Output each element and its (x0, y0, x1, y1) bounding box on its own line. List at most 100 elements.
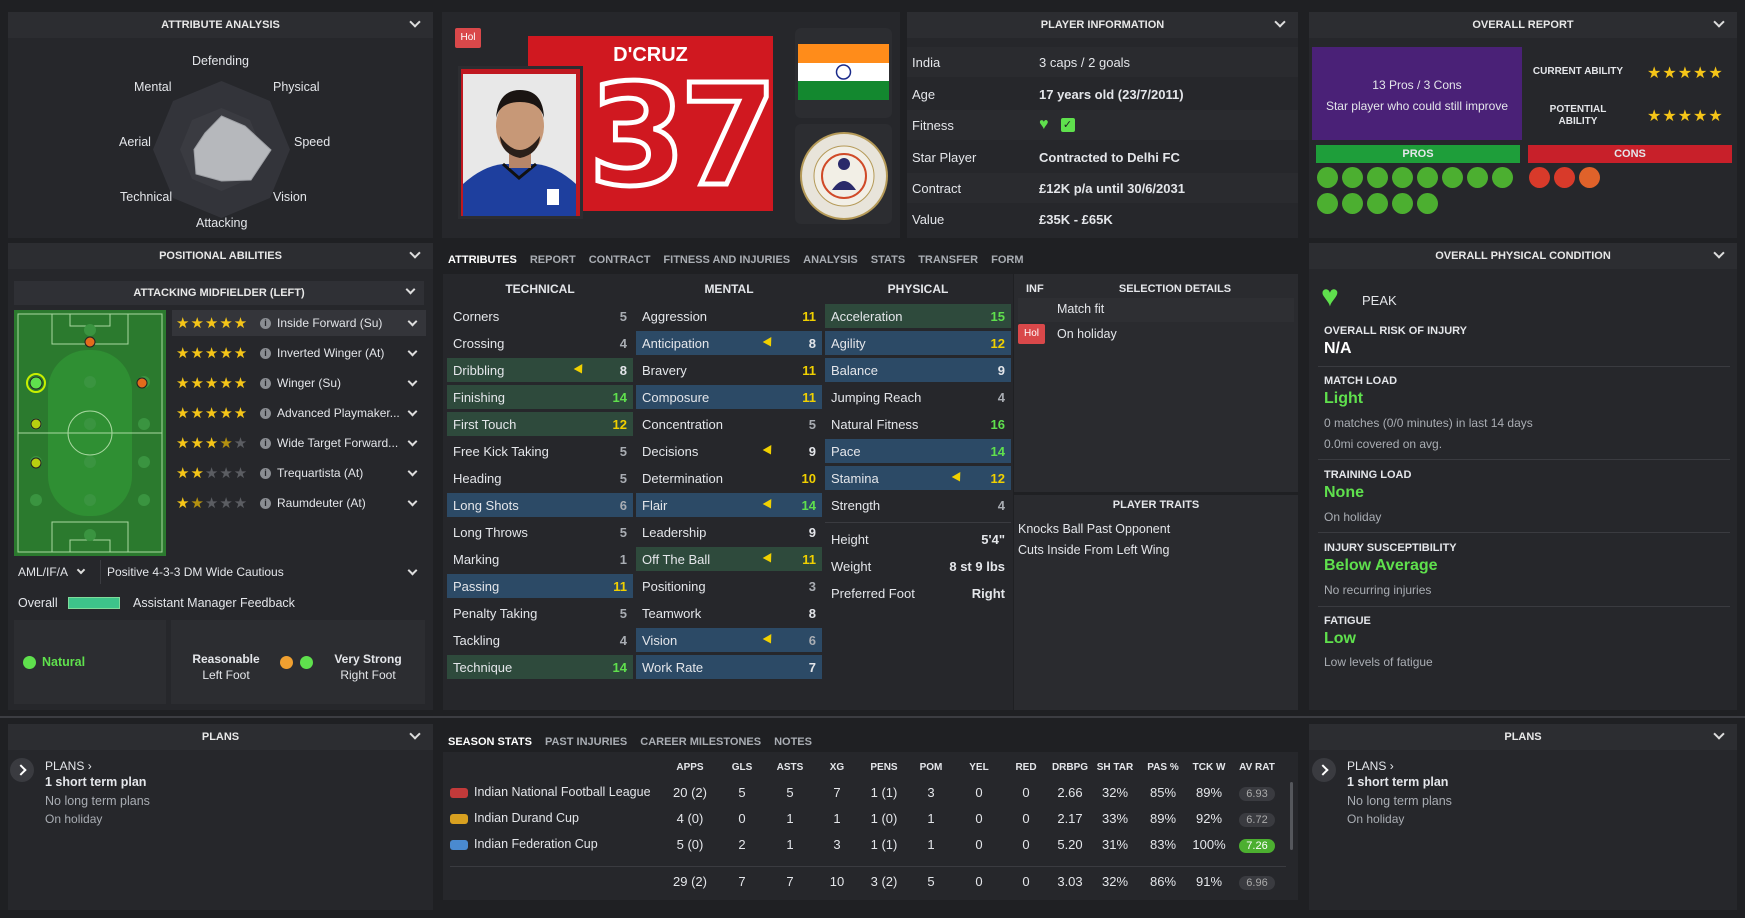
tactic-select[interactable]: Positive 4-3-3 DM Wide Cautious (100, 560, 426, 584)
pro-trait-icon[interactable] (1417, 193, 1438, 214)
attr-technique[interactable]: Technique 14 (447, 655, 633, 679)
assistant-feedback-link[interactable]: Assistant Manager Feedback (133, 596, 295, 610)
chevron-down-icon[interactable] (1274, 16, 1286, 28)
attr-dribbling[interactable]: Dribbling 8 (447, 358, 633, 382)
attr-long-throws[interactable]: Long Throws 5 (447, 520, 633, 544)
tab-report[interactable]: REPORT (530, 254, 576, 266)
stats-col-header[interactable]: ASTS (770, 762, 810, 773)
tab-contract[interactable]: CONTRACT (589, 254, 651, 266)
tab-season-stats[interactable]: SEASON STATS (448, 736, 532, 748)
chevron-down-icon[interactable] (407, 496, 418, 506)
trait-item[interactable]: Knocks Ball Past Opponent (1018, 522, 1170, 536)
tab-form[interactable]: FORM (991, 254, 1023, 266)
role-row[interactable]: ★★★★★ i Trequartista (At) (172, 460, 426, 486)
attr-acceleration[interactable]: Acceleration 15 (825, 304, 1011, 328)
trait-item[interactable]: Cuts Inside From Left Wing (1018, 543, 1169, 557)
attr-aggression[interactable]: Aggression 11 (636, 304, 822, 328)
chevron-down-icon[interactable] (407, 316, 418, 326)
position-role-select[interactable]: AML/IF/A (12, 560, 96, 584)
chevron-down-icon[interactable] (1713, 247, 1725, 259)
attr-long-shots[interactable]: Long Shots 6 (447, 493, 633, 517)
pro-trait-icon[interactable] (1317, 193, 1338, 214)
pro-trait-icon[interactable] (1417, 167, 1438, 188)
con-trait-icon[interactable] (1554, 167, 1575, 188)
info-icon[interactable]: i (260, 317, 271, 329)
attr-decisions[interactable]: Decisions 9 (636, 439, 822, 463)
chevron-down-icon[interactable] (407, 406, 418, 416)
attr-determination[interactable]: Determination 10 (636, 466, 822, 490)
report-summary-box[interactable] (1312, 47, 1522, 140)
info-value[interactable]: Contracted to Delhi FC (1039, 150, 1180, 165)
tab-past-injuries[interactable]: PAST INJURIES (545, 736, 627, 748)
attr-bravery[interactable]: Bravery 11 (636, 358, 822, 382)
chevron-down-icon[interactable] (407, 346, 418, 356)
tab-analysis[interactable]: ANALYSIS (803, 254, 858, 266)
stats-col-header[interactable]: RED (1006, 762, 1046, 773)
attr-tackling[interactable]: Tackling 4 (447, 628, 633, 652)
role-row[interactable]: ★★★★★ i Wide Target Forward... (172, 430, 426, 456)
plans-link[interactable]: PLANS › (1347, 759, 1394, 773)
attribute-analysis-header[interactable]: ATTRIBUTE ANALYSIS (8, 12, 433, 38)
attr-corners[interactable]: Corners 5 (447, 304, 633, 328)
attr-leadership[interactable]: Leadership 9 (636, 520, 822, 544)
chevron-down-icon[interactable] (407, 436, 418, 446)
physical-condition-header[interactable]: OVERALL PHYSICAL CONDITION (1309, 243, 1737, 269)
attr-teamwork[interactable]: Teamwork 8 (636, 601, 822, 625)
attr-stamina[interactable]: Stamina 12 (825, 466, 1011, 490)
stats-col-header[interactable]: TCK W (1189, 762, 1229, 773)
pitch-diagram[interactable] (14, 310, 166, 556)
tab-transfer[interactable]: TRANSFER (918, 254, 978, 266)
pro-trait-icon[interactable] (1392, 193, 1413, 214)
chevron-down-icon[interactable] (1713, 16, 1725, 28)
pro-trait-icon[interactable] (1342, 167, 1363, 188)
info-icon[interactable]: i (260, 347, 271, 359)
role-row[interactable]: ★★★★★ i Advanced Playmaker... (172, 400, 426, 426)
chevron-down-icon[interactable] (1713, 728, 1725, 740)
attr-anticipation[interactable]: Anticipation 8 (636, 331, 822, 355)
chevron-down-icon[interactable] (407, 376, 418, 386)
attr-first-touch[interactable]: First Touch 12 (447, 412, 633, 436)
stats-col-header[interactable]: GLS (722, 762, 762, 773)
tab-attributes[interactable]: ATTRIBUTES (448, 254, 517, 266)
attr-concentration[interactable]: Concentration 5 (636, 412, 822, 436)
player-info-header[interactable]: PLAYER INFORMATION (907, 12, 1298, 38)
stats-scrollbar[interactable] (1290, 782, 1293, 850)
position-subheader[interactable]: ATTACKING MIDFIELDER (LEFT) (14, 281, 424, 305)
info-icon[interactable]: i (260, 467, 271, 479)
competition-name[interactable]: Indian National Football League (474, 785, 651, 799)
pro-trait-icon[interactable] (1442, 167, 1463, 188)
attr-free-kick[interactable]: Free Kick Taking 5 (447, 439, 633, 463)
stats-col-header[interactable]: APPS (670, 762, 710, 773)
chevron-right-icon[interactable] (1312, 758, 1336, 782)
info-icon[interactable]: i (260, 437, 271, 449)
stats-col-header[interactable]: AV RAT (1237, 762, 1277, 773)
chevron-down-icon[interactable] (407, 466, 418, 476)
tab-fitness[interactable]: FITNESS AND INJURIES (663, 254, 790, 266)
attr-natural-fitness[interactable]: Natural Fitness 16 (825, 412, 1011, 436)
tab-stats[interactable]: STATS (871, 254, 905, 266)
pro-trait-icon[interactable] (1492, 167, 1513, 188)
attr-heading[interactable]: Heading 5 (447, 466, 633, 490)
con-trait-icon[interactable] (1529, 167, 1550, 188)
competition-name[interactable]: Indian Durand Cup (474, 811, 579, 825)
attr-flair[interactable]: Flair 14 (636, 493, 822, 517)
chevron-down-icon[interactable] (409, 247, 421, 259)
con-trait-icon[interactable] (1579, 167, 1600, 188)
chevron-down-icon[interactable] (405, 284, 416, 295)
attr-passing[interactable]: Passing 11 (447, 574, 633, 598)
plans-right-header[interactable]: PLANS (1309, 724, 1737, 750)
info-icon[interactable]: i (260, 377, 271, 389)
pro-trait-icon[interactable] (1392, 167, 1413, 188)
stats-col-header[interactable]: PAS % (1143, 762, 1183, 773)
attr-off-the-ball[interactable]: Off The Ball 11 (636, 547, 822, 571)
attr-jumping-reach[interactable]: Jumping Reach 4 (825, 385, 1011, 409)
role-row[interactable]: ★★★★★ i Raumdeuter (At) (172, 490, 426, 516)
attr-positioning[interactable]: Positioning 3 (636, 574, 822, 598)
competition-name[interactable]: Indian Federation Cup (474, 837, 598, 851)
attr-balance[interactable]: Balance 9 (825, 358, 1011, 382)
attr-composure[interactable]: Composure 11 (636, 385, 822, 409)
attr-finishing[interactable]: Finishing 14 (447, 385, 633, 409)
chevron-right-icon[interactable] (10, 758, 34, 782)
plans-link[interactable]: PLANS › (45, 759, 92, 773)
pro-trait-icon[interactable] (1467, 167, 1488, 188)
